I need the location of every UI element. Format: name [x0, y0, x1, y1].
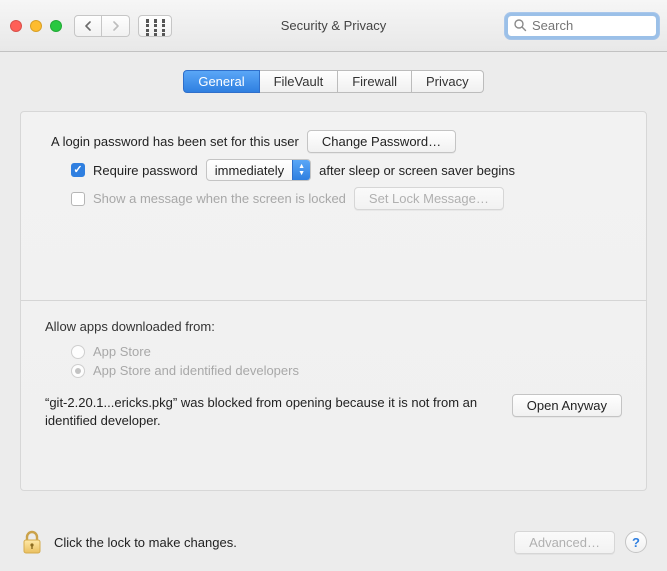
allow-identified-radio [71, 364, 85, 378]
require-password-after-text: after sleep or screen saver begins [319, 163, 515, 178]
window-controls [10, 20, 62, 32]
footer-bar: Click the lock to make changes. Advanced… [0, 513, 667, 571]
advanced-button: Advanced… [514, 531, 615, 554]
blocked-app-text: “git-2.20.1...ericks.pkg” was blocked fr… [45, 394, 496, 429]
show-lock-message-checkbox[interactable] [71, 192, 85, 206]
tab-bar: General FileVault Firewall Privacy [20, 70, 647, 93]
stepper-arrows-icon: ▲▼ [292, 160, 310, 180]
require-password-checkbox[interactable] [71, 163, 85, 177]
show-lock-message-label: Show a message when the screen is locked [93, 191, 346, 206]
show-all-button[interactable] [138, 15, 172, 37]
chevron-left-icon [84, 21, 92, 31]
grid-icon [145, 18, 165, 32]
allow-appstore-radio [71, 345, 85, 359]
open-anyway-button[interactable]: Open Anyway [512, 394, 622, 417]
change-password-button[interactable]: Change Password… [307, 130, 456, 153]
panel-divider [21, 300, 646, 301]
search-input[interactable] [507, 15, 657, 37]
allow-apps-label: Allow apps downloaded from: [45, 319, 622, 334]
search-icon [513, 18, 527, 35]
back-button[interactable] [74, 15, 102, 37]
require-password-delay-value: immediately [207, 163, 292, 178]
titlebar: Security & Privacy [0, 0, 667, 52]
minimize-window-button[interactable] [30, 20, 42, 32]
lock-icon[interactable] [20, 528, 44, 556]
tab-filevault[interactable]: FileVault [260, 70, 339, 93]
general-panel: A login password has been set for this u… [20, 111, 647, 491]
allow-identified-label: App Store and identified developers [93, 363, 299, 378]
zoom-window-button[interactable] [50, 20, 62, 32]
forward-button[interactable] [102, 15, 130, 37]
require-password-label: Require password [93, 163, 198, 178]
tab-firewall[interactable]: Firewall [338, 70, 412, 93]
allow-appstore-label: App Store [93, 344, 151, 359]
login-password-text: A login password has been set for this u… [51, 134, 299, 149]
close-window-button[interactable] [10, 20, 22, 32]
nav-back-forward [74, 15, 130, 37]
help-button[interactable]: ? [625, 531, 647, 553]
chevron-right-icon [112, 21, 120, 31]
require-password-delay-select[interactable]: immediately ▲▼ [206, 159, 311, 181]
set-lock-message-button: Set Lock Message… [354, 187, 504, 210]
tab-general[interactable]: General [183, 70, 259, 93]
tab-privacy[interactable]: Privacy [412, 70, 484, 93]
lock-hint-text: Click the lock to make changes. [54, 535, 237, 550]
